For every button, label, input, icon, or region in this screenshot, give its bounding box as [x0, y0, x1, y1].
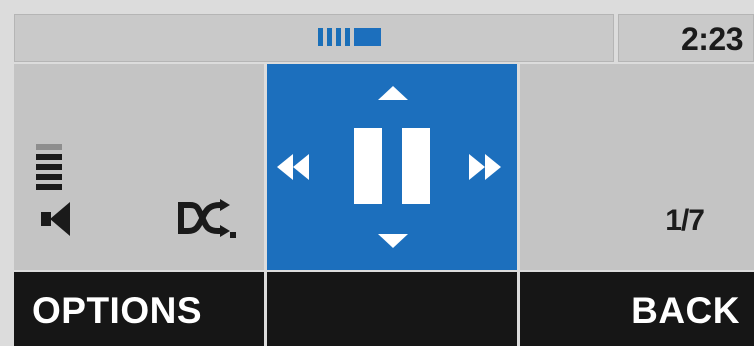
track-counter: 1/7	[665, 204, 705, 237]
progress-tick	[336, 28, 341, 46]
volume-bar	[36, 184, 62, 190]
time-box: 2:23	[618, 14, 754, 62]
volume-bar	[36, 164, 62, 170]
progress-tick	[318, 28, 323, 46]
fast-forward-icon[interactable]	[469, 154, 501, 180]
rewind-icon[interactable]	[277, 154, 309, 180]
arrow-up-icon[interactable]	[378, 86, 408, 100]
status-bar	[14, 14, 614, 62]
track-panel: 1/7	[520, 64, 754, 270]
options-label: OPTIONS	[32, 290, 203, 331]
volume-bar	[36, 174, 62, 180]
elapsed-time: 2:23	[680, 21, 744, 57]
options-button[interactable]: OPTIONS	[14, 272, 264, 346]
volume-panel[interactable]	[14, 64, 264, 270]
progress-tick	[327, 28, 332, 46]
playback-progress	[318, 28, 416, 46]
arrow-down-icon[interactable]	[378, 234, 408, 248]
volume-bar	[36, 154, 62, 160]
transport-panel	[267, 64, 517, 270]
progress-fill	[354, 28, 381, 46]
volume-bar	[36, 144, 62, 150]
progress-tick	[345, 28, 350, 46]
player-screen: 2:23 1/7 OPTIONS BACK	[0, 0, 754, 346]
shuffle-icon[interactable]	[174, 199, 236, 239]
back-label: BACK	[631, 290, 740, 331]
center-softkey[interactable]	[267, 272, 517, 346]
back-button[interactable]: BACK	[520, 272, 754, 346]
